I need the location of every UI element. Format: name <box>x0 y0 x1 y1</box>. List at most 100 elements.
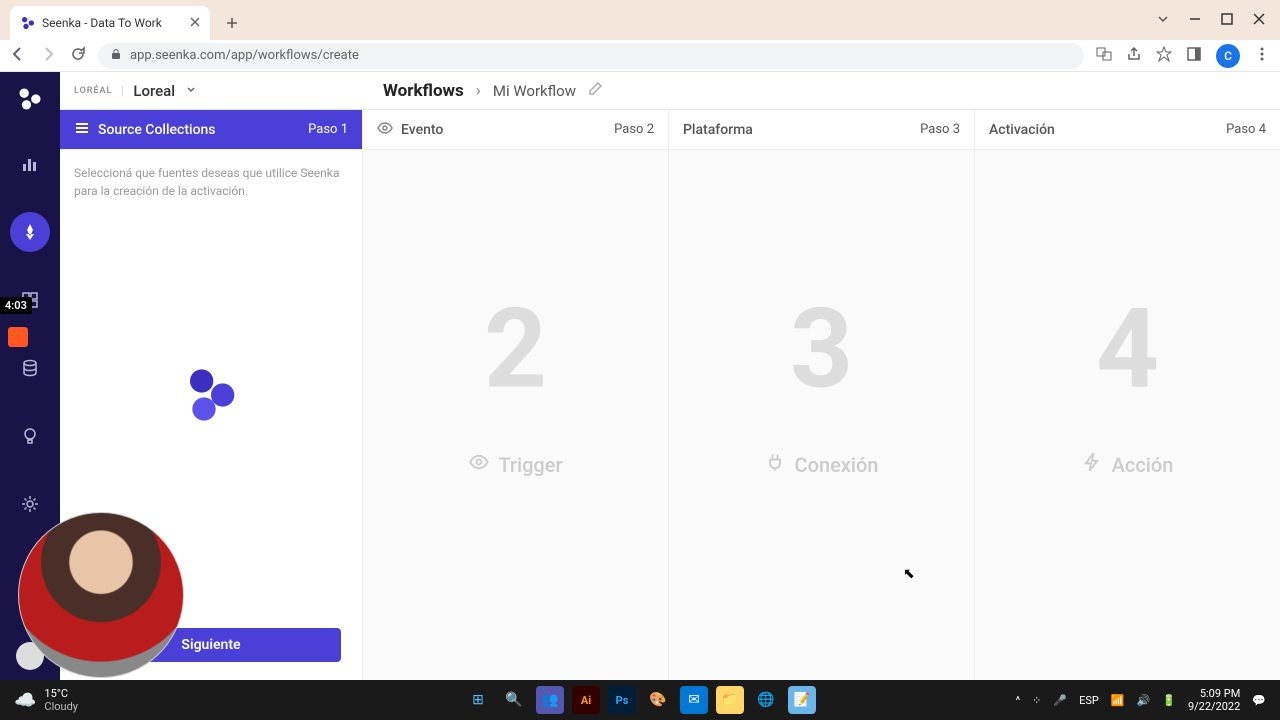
share-icon[interactable] <box>1126 46 1142 66</box>
brand-logo-text: LORÉAL <box>74 86 123 96</box>
step-plataforma: Plataforma Paso 3 3 Conexión <box>669 110 975 680</box>
volume-icon[interactable]: 🔊 <box>1137 694 1151 707</box>
panel-icon[interactable] <box>1186 46 1202 66</box>
chevron-down-icon[interactable] <box>1156 11 1170 30</box>
start-button[interactable]: ⊞ <box>464 686 492 714</box>
weather-condition: Cloudy <box>44 700 78 713</box>
figma-icon[interactable]: 🎨 <box>644 686 672 714</box>
tray-mic-icon[interactable]: 🎤 <box>1053 694 1067 707</box>
menu-icon[interactable] <box>1254 46 1270 66</box>
chrome-icon[interactable]: 🌐 <box>752 686 780 714</box>
step-label: Paso 4 <box>1226 122 1266 137</box>
weather-widget[interactable]: ☁️ 15°C Cloudy <box>0 687 92 713</box>
tray-sync-icon[interactable]: ⁘ <box>1032 694 1041 707</box>
app-content: LORÉAL Loreal Workflows › Mi Workflow So… <box>0 72 1280 680</box>
seenka-favicon <box>20 15 36 31</box>
forward-icon[interactable] <box>40 46 56 66</box>
browser-url-bar: app.seenka.com/app/workflows/create C <box>0 40 1280 72</box>
step-label: Paso 1 <box>308 122 348 137</box>
step-label: Paso 3 <box>920 122 960 137</box>
minimize-icon[interactable] <box>1188 11 1202 30</box>
search-icon[interactable]: 🔍 <box>500 686 528 714</box>
step-title: Evento <box>401 122 443 138</box>
new-tab-button[interactable] <box>218 9 246 37</box>
step-placeholder: Acción <box>1082 452 1174 477</box>
step-placeholder: Conexión <box>765 452 879 477</box>
webcam-overlay <box>18 512 184 678</box>
maximize-icon[interactable] <box>1220 11 1234 30</box>
address-bar[interactable]: app.seenka.com/app/workflows/create <box>98 43 1084 69</box>
clock[interactable]: 5:09 PM 9/22/2022 <box>1188 687 1240 713</box>
close-window-icon[interactable] <box>1252 11 1266 30</box>
reload-icon[interactable] <box>70 46 86 66</box>
illustrator-icon[interactable]: Ai <box>572 686 600 714</box>
step-label: Paso 2 <box>614 122 654 137</box>
step-number: 2 <box>484 285 547 414</box>
tab-title: Seenka - Data To Work <box>42 16 162 30</box>
lock-icon <box>110 48 122 64</box>
step-number: 4 <box>1096 285 1159 414</box>
nav-data[interactable] <box>10 348 50 388</box>
eye-icon <box>468 452 488 477</box>
collection-icon <box>74 120 90 140</box>
windows-taskbar: ☁️ 15°C Cloudy ⊞ 🔍 👥 Ai Ps 🎨 ✉ 📁 🌐 📝 ^ ⁘… <box>0 680 1280 720</box>
app-logo[interactable] <box>13 82 47 116</box>
chevron-down-icon <box>185 81 197 100</box>
cloud-icon: ☁️ <box>14 690 36 711</box>
plug-icon <box>765 452 785 477</box>
time: 5:09 PM <box>1188 687 1240 700</box>
brand-name: Loreal <box>133 82 175 100</box>
close-tab-icon[interactable] <box>190 16 200 30</box>
eye-icon <box>377 120 393 140</box>
system-tray: ^ ⁘ 🎤 ESP 📶 🔊 🔋 5:09 PM 9/22/2022 💬 <box>1002 687 1280 713</box>
back-icon[interactable] <box>10 46 26 66</box>
nav-workflows[interactable] <box>10 212 50 252</box>
seenka-logo-large <box>176 360 246 430</box>
step-activacion: Activación Paso 4 4 Acción <box>975 110 1280 680</box>
step-title: Activación <box>989 122 1055 138</box>
window-controls <box>1142 0 1280 40</box>
translate-icon[interactable] <box>1096 46 1112 66</box>
taskbar-apps: ⊞ 🔍 👥 Ai Ps 🎨 ✉ 📁 🌐 📝 <box>464 686 816 714</box>
notifications-icon[interactable]: 💬 <box>1252 694 1266 707</box>
temperature: 15°C <box>44 687 78 700</box>
language-indicator[interactable]: ESP <box>1079 694 1099 707</box>
step-number: 3 <box>790 285 853 414</box>
browser-tab-bar: Seenka - Data To Work <box>0 0 1280 40</box>
browser-tab[interactable]: Seenka - Data To Work <box>10 6 210 40</box>
brand-selector[interactable]: LORÉAL Loreal <box>60 81 363 100</box>
app-header: LORÉAL Loreal Workflows › Mi Workflow <box>60 72 1280 110</box>
notepad-icon[interactable]: 📝 <box>788 686 816 714</box>
nav-ideas[interactable] <box>10 416 50 456</box>
explorer-icon[interactable]: 📁 <box>716 686 744 714</box>
breadcrumb: Workflows › Mi Workflow <box>363 81 622 101</box>
step-evento: Evento Paso 2 2 Trigger <box>363 110 669 680</box>
recording-indicator <box>8 327 28 347</box>
breadcrumb-current: Mi Workflow <box>493 82 576 100</box>
mouse-cursor: ⬉ <box>903 566 915 582</box>
breadcrumb-root[interactable]: Workflows <box>383 81 464 101</box>
step-header-1[interactable]: Source Collections Paso 1 <box>60 110 362 150</box>
photoshop-icon[interactable]: Ps <box>608 686 636 714</box>
tray-chevron-icon[interactable]: ^ <box>1016 694 1021 707</box>
url-text: app.seenka.com/app/workflows/create <box>130 48 359 63</box>
date: 9/22/2022 <box>1188 700 1240 713</box>
teams-icon[interactable]: 👥 <box>536 686 564 714</box>
profile-avatar[interactable]: C <box>1216 44 1240 68</box>
step-description: Seleccioná que fuentes deseas que utilic… <box>60 150 362 214</box>
edit-icon[interactable] <box>588 81 602 101</box>
mail-icon[interactable]: ✉ <box>680 686 708 714</box>
step-header-4[interactable]: Activación Paso 4 <box>975 110 1280 150</box>
chevron-right-icon: › <box>476 81 481 101</box>
star-icon[interactable] <box>1156 46 1172 66</box>
step-title: Source Collections <box>98 122 216 138</box>
step-header-2[interactable]: Evento Paso 2 <box>363 110 668 150</box>
nav-analytics[interactable] <box>10 144 50 184</box>
bolt-icon <box>1082 452 1102 477</box>
step-title: Plataforma <box>683 122 753 138</box>
battery-icon[interactable]: 🔋 <box>1162 694 1176 707</box>
wifi-icon[interactable]: 📶 <box>1111 694 1125 707</box>
recording-time: 4:03 <box>0 297 32 314</box>
step-header-3[interactable]: Plataforma Paso 3 <box>669 110 974 150</box>
nav-settings[interactable] <box>10 484 50 524</box>
